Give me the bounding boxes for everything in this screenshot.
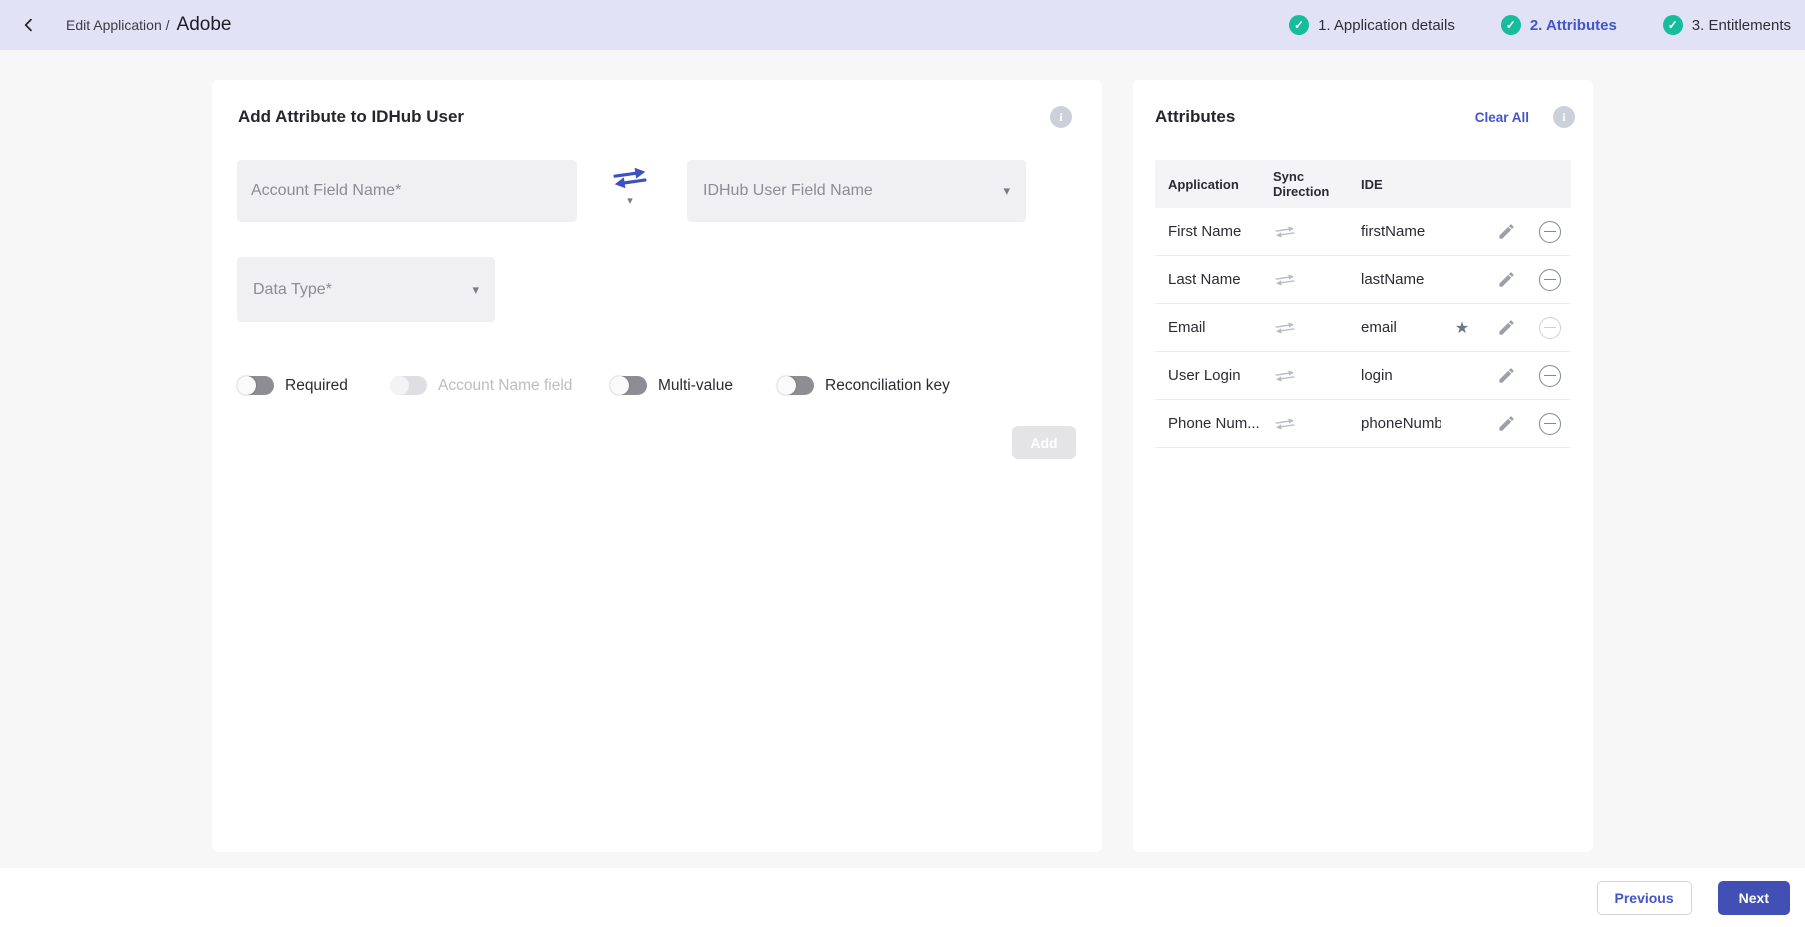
toggle-switch[interactable] <box>237 376 274 395</box>
select-placeholder: IDHub User Field Name <box>703 182 873 199</box>
edit-button[interactable] <box>1483 364 1529 387</box>
add-button[interactable]: Add <box>1012 426 1076 459</box>
toggle-switch <box>390 376 427 395</box>
attributes-table: Application Sync Direction IDE First Nam… <box>1155 160 1571 448</box>
pencil-icon <box>1498 416 1514 431</box>
ide-cell: login <box>1361 367 1393 384</box>
step-attributes[interactable]: ✓ 2. Attributes <box>1500 15 1617 35</box>
check-circle-icon: ✓ <box>1662 15 1683 35</box>
required-toggle[interactable]: Required <box>237 376 348 395</box>
pencil-icon <box>1498 272 1514 287</box>
account-field-input[interactable] <box>237 160 577 222</box>
ide-cell: firstName <box>1361 223 1426 240</box>
add-attribute-panel: Add Attribute to IDHub User i ▾ IDHub Us… <box>212 80 1102 852</box>
table-row: Phone Num... phoneNumb... <box>1155 400 1571 448</box>
application-cell: First Name <box>1168 223 1242 240</box>
sync-arrows-icon <box>1275 226 1295 237</box>
clear-all-button[interactable]: Clear All <box>1475 110 1529 125</box>
pencil-icon <box>1498 320 1514 335</box>
previous-button[interactable]: Previous <box>1596 880 1692 915</box>
table-row: Last Name lastName <box>1155 256 1571 304</box>
pencil-icon <box>1498 368 1514 383</box>
multi-value-toggle[interactable]: Multi-value <box>610 376 733 395</box>
account-name-field-toggle: Account Name field <box>390 376 572 395</box>
edit-button[interactable] <box>1483 316 1529 339</box>
breadcrumb[interactable]: Edit Application / <box>66 17 170 33</box>
attributes-panel: Attributes Clear All i Application Sync … <box>1133 80 1593 852</box>
check-circle-icon: ✓ <box>1500 15 1521 35</box>
remove-button-disabled <box>1537 315 1563 341</box>
panel-title: Attributes <box>1155 107 1236 126</box>
reconciliation-key-toggle[interactable]: Reconciliation key <box>777 376 950 395</box>
minus-circle-icon <box>1539 364 1561 387</box>
table-row: First Name firstName <box>1155 208 1571 256</box>
application-cell: User Login <box>1168 367 1241 384</box>
application-cell: Email <box>1168 319 1206 336</box>
toggle-label: Account Name field <box>438 376 573 394</box>
idhub-field-select[interactable]: IDHub User Field Name ▾ <box>687 160 1026 222</box>
sync-arrows-icon <box>1275 418 1295 429</box>
toggle-switch[interactable] <box>610 376 647 395</box>
remove-button[interactable] <box>1537 219 1563 245</box>
page-title: Adobe <box>176 14 232 35</box>
table-row: User Login login <box>1155 352 1571 400</box>
footer-bar: Previous Next <box>0 868 1805 927</box>
step-label: 3. Entitlements <box>1691 16 1791 34</box>
column-application: Application <box>1168 176 1239 192</box>
select-placeholder: Data Type* <box>253 280 332 298</box>
column-sync-direction: Sync Direction <box>1273 169 1330 199</box>
sync-arrows-icon <box>1275 274 1295 285</box>
step-label: 1. Application details <box>1318 16 1455 34</box>
toggle-label: Multi-value <box>658 376 733 394</box>
step-label: 2. Attributes <box>1529 16 1617 34</box>
remove-button[interactable] <box>1537 411 1563 437</box>
column-ide: IDE <box>1361 176 1383 192</box>
edit-button[interactable] <box>1483 412 1529 435</box>
minus-circle-icon <box>1539 268 1561 291</box>
step-application-details[interactable]: ✓ 1. Application details <box>1289 15 1455 35</box>
chevron-left-icon <box>24 18 32 32</box>
edit-button[interactable] <box>1483 220 1529 243</box>
chevron-down-icon: ▾ <box>472 281 479 297</box>
panel-title: Add Attribute to IDHub User <box>238 107 465 126</box>
top-bar: Edit Application / Adobe ✓ 1. Applicatio… <box>0 0 1805 50</box>
minus-circle-icon <box>1539 220 1561 243</box>
info-icon[interactable]: i <box>1050 106 1072 128</box>
next-button[interactable]: Next <box>1717 880 1790 915</box>
back-button[interactable] <box>14 10 44 40</box>
ide-cell: email <box>1361 319 1397 336</box>
data-type-select[interactable]: Data Type* ▾ <box>237 257 495 322</box>
ide-cell: phoneNumb... <box>1361 415 1441 432</box>
wizard-steps: ✓ 1. Application details ✓ 2. Attributes… <box>1289 15 1791 35</box>
minus-circle-icon <box>1539 412 1561 435</box>
step-entitlements[interactable]: ✓ 3. Entitlements <box>1662 15 1791 35</box>
sync-arrows-icon <box>613 167 647 189</box>
toggle-label: Required <box>285 376 348 394</box>
sync-arrows-icon <box>1275 370 1295 381</box>
info-icon[interactable]: i <box>1553 106 1575 128</box>
check-circle-icon: ✓ <box>1289 15 1310 35</box>
edit-button[interactable] <box>1483 268 1529 291</box>
application-cell: Phone Num... <box>1168 415 1260 432</box>
starred-icon: ★ <box>1454 319 1470 337</box>
remove-button[interactable] <box>1537 363 1563 389</box>
pencil-icon <box>1498 224 1514 239</box>
toggle-switch[interactable] <box>777 376 814 395</box>
minus-circle-icon <box>1539 316 1561 339</box>
table-row: Email email ★ <box>1155 304 1571 352</box>
remove-button[interactable] <box>1537 267 1563 293</box>
sync-arrows-icon <box>1275 322 1295 333</box>
chevron-down-icon: ▾ <box>627 195 633 207</box>
table-header: Application Sync Direction IDE <box>1155 160 1571 208</box>
chevron-down-icon: ▾ <box>1003 183 1010 198</box>
ide-cell: lastName <box>1361 271 1425 288</box>
application-cell: Last Name <box>1168 271 1241 288</box>
toggle-label: Reconciliation key <box>825 376 950 394</box>
sync-direction-toggle[interactable]: ▾ <box>607 166 653 207</box>
